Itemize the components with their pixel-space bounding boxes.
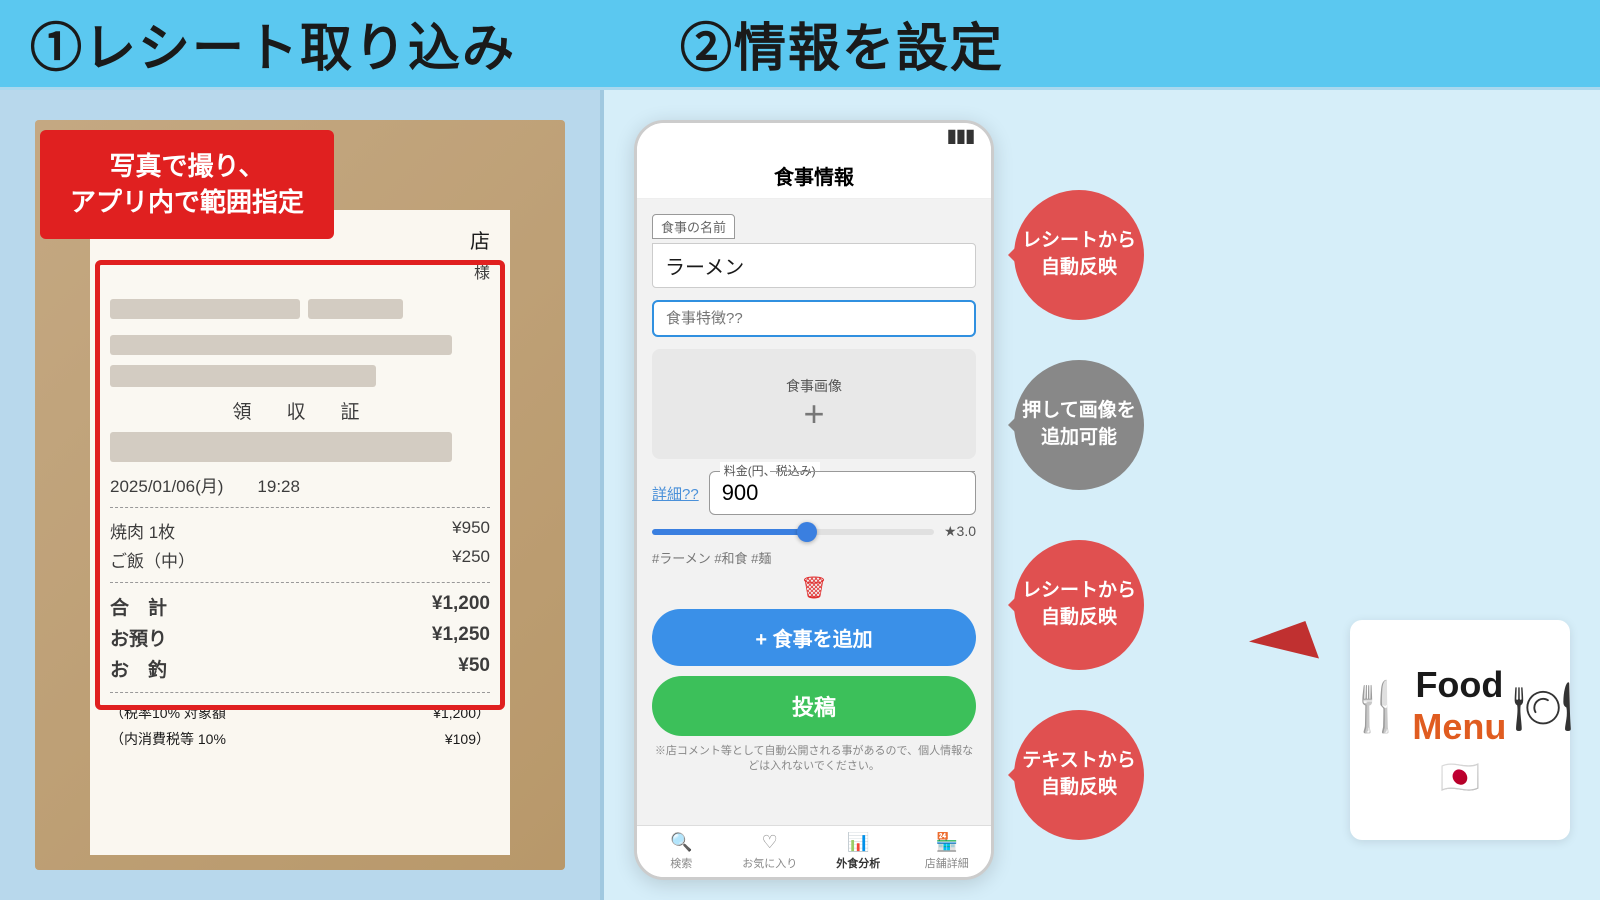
hashtags: #ラーメン #和食 #麺 bbox=[652, 548, 976, 567]
add-meal-button[interactable]: + 食事を追加 bbox=[652, 609, 976, 666]
store-footer-icon: 🏪 bbox=[936, 832, 958, 853]
rating-row: ★3.0 bbox=[652, 523, 976, 540]
footer-item-analysis[interactable]: 📊 外食分析 bbox=[814, 826, 903, 877]
knife-icon: 🍽 bbox=[1512, 678, 1573, 735]
left-panel: 写真で撮り、アプリ内で範囲指定 店 様 領 収 証 2025/01/06(月) … bbox=[0, 90, 600, 900]
rating-label: ★3.0 bbox=[944, 523, 976, 540]
japan-flag: 🇯🇵 bbox=[1440, 758, 1480, 796]
footer-item-store[interactable]: 🏪 店舗詳細 bbox=[903, 826, 992, 877]
tax-note-2-label: （内消費税等 10% bbox=[110, 729, 226, 749]
bubble-2-wrapper: 押して画像を追加可能 bbox=[1014, 360, 1144, 490]
header-left: ①レシート取り込み bbox=[0, 0, 600, 90]
details-link[interactable]: 詳細?? bbox=[652, 483, 699, 504]
feature-group bbox=[652, 300, 976, 337]
price-row: 詳細?? 料金(円、税込み) 900 bbox=[652, 471, 976, 515]
footer-analysis-label: 外食分析 bbox=[836, 855, 880, 871]
disclaimer: ※店コメント等として自動公開される事があるので、個人情報などは入れないでください… bbox=[652, 744, 976, 775]
slider-thumb[interactable] bbox=[797, 522, 817, 542]
bubble-1-wrapper: レシートから自動反映 bbox=[1014, 190, 1144, 320]
bubble-text-auto: テキストから自動反映 bbox=[1014, 710, 1144, 840]
phone-footer: 🔍 検索 ♡ お気に入り 📊 外食分析 🏪 店舗詳細 bbox=[637, 825, 991, 877]
price-box: 料金(円、税込み) 900 bbox=[709, 471, 976, 515]
food-menu-icon-row: 🍴 Food Menu 🍽 bbox=[1347, 664, 1574, 748]
left-circle-num: ① bbox=[30, 20, 84, 78]
header-row: ①レシート取り込み ②情報を設定 bbox=[0, 0, 1600, 90]
footer-item-favorites[interactable]: ♡ お気に入り bbox=[726, 826, 815, 877]
phone-header: 食事情報 bbox=[637, 151, 991, 199]
food-menu-text: Food Menu bbox=[1412, 664, 1506, 748]
bubble-receipt-auto-1: レシートから自動反映 bbox=[1014, 190, 1144, 320]
battery-icon: ▊▊▊ bbox=[948, 130, 976, 144]
food-menu-card: 🍴 Food Menu 🍽 🇯🇵 bbox=[1350, 620, 1570, 840]
instruction-label: 写真で撮り、アプリ内で範囲指定 bbox=[40, 130, 334, 239]
search-footer-icon: 🔍 bbox=[670, 832, 692, 853]
add-image-icon: + bbox=[803, 396, 824, 432]
bubble-image-add: 押して画像を追加可能 bbox=[1014, 360, 1144, 490]
main-content: 写真で撮り、アプリ内で範囲指定 店 様 領 収 証 2025/01/06(月) … bbox=[0, 90, 1600, 900]
right-circle-num: ② bbox=[680, 20, 734, 78]
footer-item-search[interactable]: 🔍 検索 bbox=[637, 826, 726, 877]
left-header-title: ①レシート取り込み bbox=[30, 6, 516, 81]
favorites-footer-icon: ♡ bbox=[762, 832, 778, 853]
food-name-input[interactable] bbox=[652, 243, 976, 288]
image-upload-area[interactable]: 食事画像 + bbox=[652, 349, 976, 459]
tax-note-2: （内消費税等 10% ¥109） bbox=[110, 729, 490, 749]
tax-note-2-val: ¥109） bbox=[445, 729, 490, 749]
right-header-title: ②情報を設定 bbox=[680, 6, 1004, 81]
rating-slider[interactable] bbox=[652, 529, 934, 535]
price-value: 900 bbox=[722, 480, 759, 505]
phone-body: 食事の名前 食事画像 + 詳細?? 料金(円、税込み) bbox=[637, 199, 991, 825]
slider-fill bbox=[652, 529, 807, 535]
fork-icon: 🍴 bbox=[1347, 678, 1407, 735]
food-text: Food bbox=[1412, 664, 1506, 706]
post-button[interactable]: 投稿 bbox=[652, 676, 976, 736]
delete-icon[interactable]: 🗑 bbox=[800, 575, 828, 601]
phone-mockup: ▊▊▊ 食事情報 食事の名前 食事画像 + bbox=[634, 120, 994, 880]
header-right: ②情報を設定 bbox=[600, 0, 1600, 90]
footer-store-label: 店舗詳細 bbox=[925, 855, 969, 871]
food-name-group: 食事の名前 bbox=[652, 214, 976, 288]
price-line-top bbox=[770, 471, 975, 472]
right-panel: ▊▊▊ 食事情報 食事の名前 食事画像 + bbox=[604, 90, 1600, 900]
footer-favorites-label: お気に入り bbox=[742, 855, 797, 871]
food-name-label: 食事の名前 bbox=[652, 214, 735, 239]
bubble-3-wrapper: レシートから自動反映 bbox=[1014, 540, 1144, 670]
analysis-footer-icon: 📊 bbox=[847, 832, 869, 853]
receipt-selection-box bbox=[95, 260, 505, 710]
footer-search-label: 検索 bbox=[670, 855, 692, 871]
phone-status-bar: ▊▊▊ bbox=[637, 123, 991, 151]
bubble-receipt-auto-2: レシートから自動反映 bbox=[1014, 540, 1144, 670]
phone-header-title: 食事情報 bbox=[774, 167, 854, 189]
menu-text: Menu bbox=[1412, 706, 1506, 748]
feature-input[interactable] bbox=[652, 300, 976, 337]
delete-button-row: 🗑 bbox=[652, 575, 976, 601]
bubble-4-wrapper: テキストから自動反映 bbox=[1014, 710, 1144, 840]
